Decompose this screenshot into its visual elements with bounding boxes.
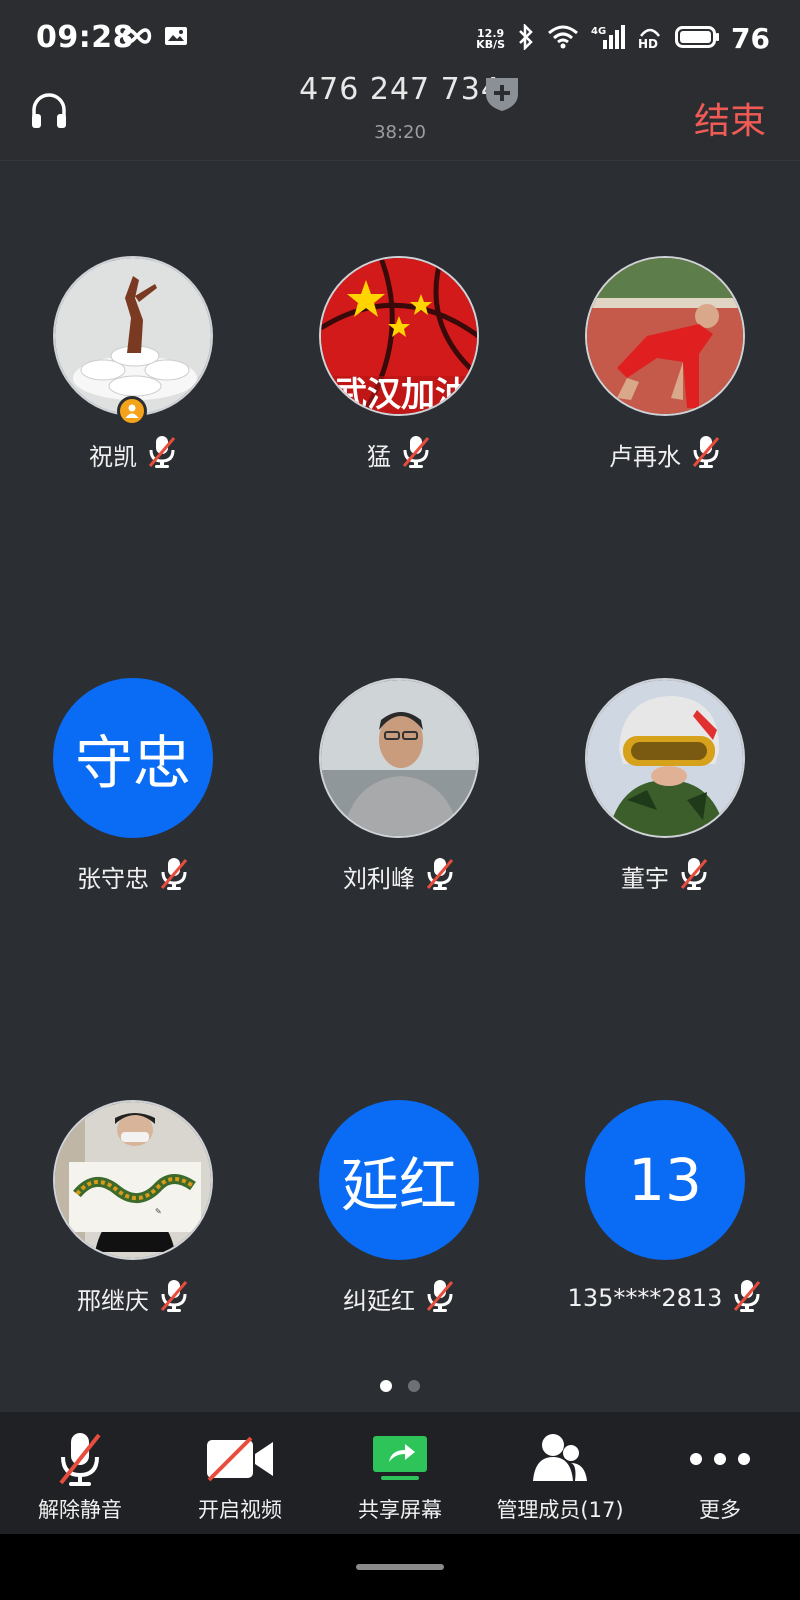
- avatar: 13: [585, 1100, 745, 1260]
- participant-tile[interactable]: 守忠 张守忠: [0, 678, 266, 896]
- avatar: [53, 256, 213, 416]
- participant-name: 卢再水: [609, 442, 681, 471]
- mic-muted-icon: [147, 434, 177, 474]
- page-dot-active[interactable]: [380, 1380, 392, 1392]
- hd-voice-icon: HD: [637, 24, 663, 54]
- participant-name: 刘利峰: [343, 864, 415, 893]
- avatar: ✎: [53, 1100, 213, 1260]
- status-bar: 09:28 12.9 KB/S 4G HD 76: [0, 0, 800, 78]
- helmet-child-icon: [587, 680, 743, 836]
- meeting-toolbar: 解除静音 开启视频 共享屏幕 管理成员(17) 更多: [0, 1412, 800, 1534]
- meeting-duration: 38:20: [374, 122, 426, 143]
- host-badge-icon: [117, 396, 147, 426]
- participant-tile[interactable]: 武汉加油 猛: [266, 256, 532, 474]
- participant-tile[interactable]: 卢再水: [532, 256, 798, 474]
- person-icon: [321, 680, 477, 836]
- avatar: [319, 678, 479, 838]
- page-dot[interactable]: [408, 1380, 420, 1392]
- share-screen-button[interactable]: 共享屏幕: [320, 1412, 480, 1534]
- mic-muted-icon: [159, 856, 189, 896]
- avatar: [585, 678, 745, 838]
- mic-muted-icon: [679, 856, 709, 896]
- mic-muted-icon: [425, 856, 455, 896]
- net-speed: 12.9 KB/S: [476, 26, 506, 51]
- participant-tile[interactable]: 祝凯: [0, 256, 266, 474]
- image-icon: [164, 26, 188, 50]
- participant-tile[interactable]: 刘利峰: [266, 678, 532, 896]
- participant-name: 纠延红: [343, 1286, 415, 1315]
- end-meeting-button[interactable]: 结束: [694, 92, 766, 144]
- svg-text:4G: 4G: [591, 26, 606, 37]
- home-gesture-handle[interactable]: [356, 1564, 444, 1570]
- dragon-painting-icon: ✎: [55, 1102, 211, 1258]
- unmute-label: 解除静音: [38, 1498, 122, 1522]
- svg-text:✎: ✎: [155, 1207, 162, 1216]
- more-dots-icon: [688, 1428, 752, 1490]
- basketball-flag-icon: 武汉加油: [321, 258, 477, 415]
- unmute-button[interactable]: 解除静音: [0, 1412, 160, 1534]
- mic-muted-icon: [691, 434, 721, 474]
- manage-members-button[interactable]: 管理成员(17): [480, 1412, 640, 1534]
- avatar: [585, 256, 745, 416]
- system-nav-bar: [0, 1534, 800, 1600]
- mic-muted-icon: [55, 1428, 105, 1490]
- mic-muted-icon: [401, 434, 431, 474]
- participant-name: 猛: [367, 442, 391, 471]
- video-off-icon: [205, 1428, 275, 1490]
- start-video-button[interactable]: 开启视频: [160, 1412, 320, 1534]
- page-indicator[interactable]: [0, 1380, 800, 1392]
- shield-icon[interactable]: [484, 74, 520, 116]
- header-divider: [0, 160, 800, 161]
- avatar: 守忠: [53, 678, 213, 838]
- participant-tile[interactable]: ✎ 邢继庆: [0, 1100, 266, 1318]
- more-button[interactable]: 更多: [640, 1412, 800, 1534]
- battery-icon: [675, 25, 720, 52]
- participant-tile[interactable]: 延红 纠延红: [266, 1100, 532, 1318]
- wifi-icon: [547, 25, 579, 53]
- mic-muted-icon: [159, 1278, 189, 1318]
- participant-tile[interactable]: 13 135****2813: [532, 1100, 798, 1318]
- infinity-icon: [120, 26, 154, 50]
- mic-muted-icon: [425, 1278, 455, 1318]
- svg-text:HD: HD: [638, 37, 658, 50]
- participant-tile[interactable]: 董宇: [532, 678, 798, 896]
- participant-name: 邢继庆: [77, 1286, 149, 1315]
- share-screen-label: 共享屏幕: [358, 1498, 442, 1522]
- runner-icon: [587, 258, 743, 414]
- avatar: 延红: [319, 1100, 479, 1260]
- participant-name: 张守忠: [77, 864, 149, 893]
- participant-name: 135****2813: [567, 1284, 723, 1312]
- statue-icon: [55, 258, 211, 414]
- more-label: 更多: [699, 1498, 741, 1522]
- participant-name: 董宇: [621, 864, 669, 893]
- start-video-label: 开启视频: [198, 1498, 282, 1522]
- mic-muted-icon: [732, 1278, 762, 1318]
- share-screen-icon: [371, 1428, 429, 1490]
- signal-icon: 4G: [591, 24, 626, 54]
- manage-members-label: 管理成员(17): [496, 1498, 624, 1522]
- members-icon: [531, 1428, 589, 1490]
- svg-text:武汉加油: 武汉加油: [333, 375, 469, 415]
- battery-level: 76: [731, 22, 770, 55]
- bluetooth-icon: [517, 22, 535, 54]
- meeting-id[interactable]: 476 247 734: [0, 72, 800, 107]
- meeting-header: 476 247 734 38:20 结束: [0, 72, 800, 160]
- participant-name: 祝凯: [89, 442, 137, 471]
- avatar: 武汉加油: [319, 256, 479, 416]
